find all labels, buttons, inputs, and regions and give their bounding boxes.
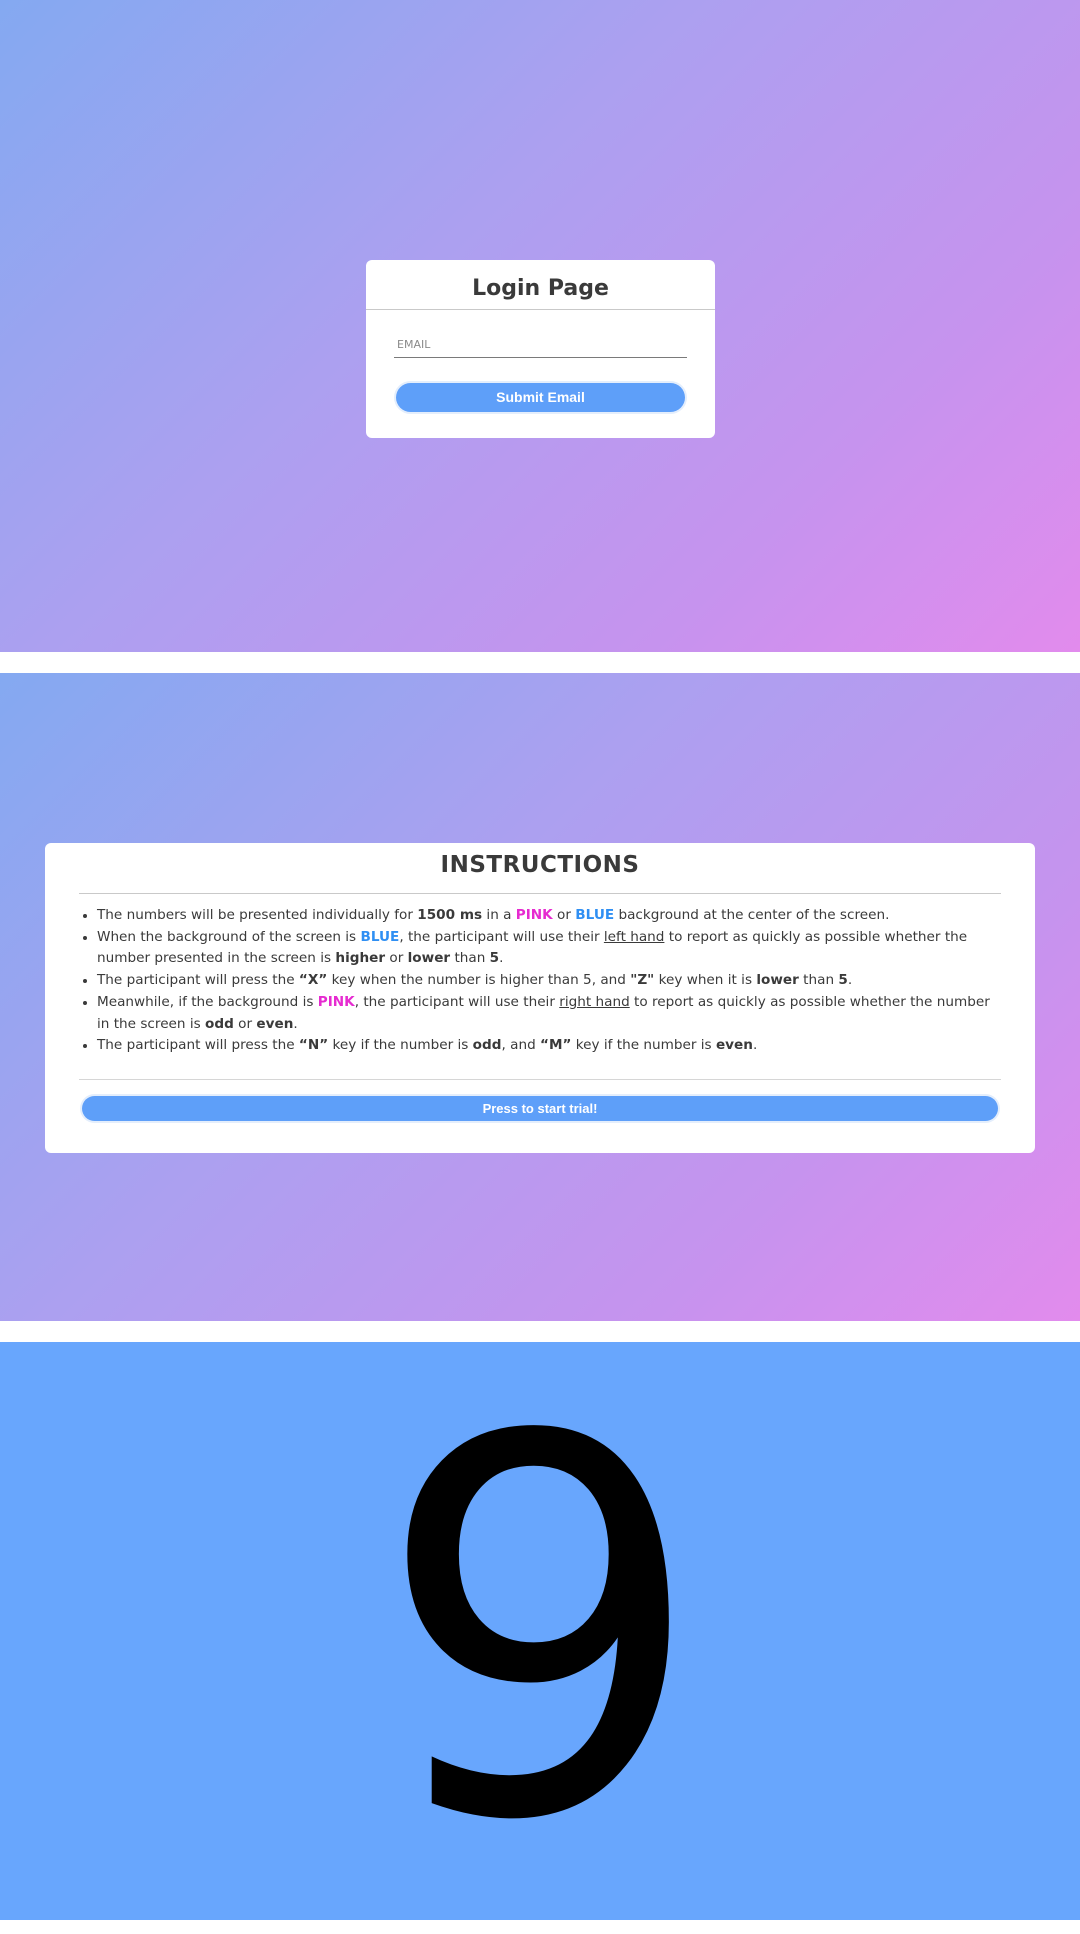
login-title: Login Page — [472, 276, 609, 301]
instructions-list: The numbers will be presented individual… — [79, 905, 1001, 1057]
instruction-item: Meanwhile, if the background is PINK, th… — [97, 992, 1001, 1035]
instruction-text: . — [752, 1037, 758, 1054]
instruction-text: , and — [501, 1037, 541, 1054]
stimulus-screen: 9 — [0, 1342, 1080, 1920]
instruction-text: even — [715, 1037, 753, 1054]
instruction-text: The participant will press the — [97, 1037, 299, 1054]
instruction-text: left hand — [603, 928, 665, 945]
login-card: Login Page Submit Email — [366, 260, 715, 438]
instruction-text: right hand — [559, 993, 630, 1010]
instruction-text: higher — [335, 950, 386, 967]
instructions-divider-top — [79, 893, 1001, 894]
instruction-text: or — [552, 907, 576, 923]
instruction-text: background at the center of the screen. — [614, 907, 890, 923]
instruction-text: The numbers will be presented individual… — [97, 907, 418, 923]
instruction-text: or — [385, 950, 408, 967]
instructions-title: INSTRUCTIONS — [440, 852, 640, 878]
instructions-card: INSTRUCTIONS The numbers will be present… — [45, 843, 1035, 1153]
instruction-text: lower — [407, 950, 451, 967]
instruction-text: . — [293, 1015, 298, 1032]
email-input[interactable] — [394, 332, 687, 358]
instruction-text: PINK — [515, 907, 553, 923]
instruction-text: , the participant will use their — [354, 993, 560, 1010]
instruction-text: odd — [472, 1037, 502, 1054]
instruction-text: 5 — [838, 972, 848, 989]
instruction-item: The participant will press the “N” key i… — [97, 1035, 1001, 1057]
instruction-text: odd — [205, 1015, 234, 1032]
instruction-text: PINK — [317, 993, 355, 1010]
start-trial-button[interactable]: Press to start trial! — [82, 1096, 998, 1121]
instructions-screen: INSTRUCTIONS The numbers will be present… — [0, 673, 1080, 1321]
instruction-text: even — [256, 1015, 294, 1032]
instruction-text: “X” — [298, 972, 328, 989]
instruction-item: The numbers will be presented individual… — [97, 905, 1001, 927]
instruction-text: The participant will press the — [97, 972, 299, 989]
instruction-text: lower — [756, 972, 799, 989]
instruction-text: 1500 ms — [417, 907, 483, 923]
instruction-text: than — [798, 972, 839, 989]
login-screen: Login Page Submit Email — [0, 0, 1080, 652]
instruction-text: . — [499, 950, 504, 967]
instruction-item: When the background of the screen is BLU… — [97, 927, 1001, 970]
instruction-text: . — [847, 972, 853, 989]
instruction-text: BLUE — [575, 907, 615, 923]
instruction-text: 5 — [489, 950, 500, 967]
instruction-text: or — [233, 1015, 257, 1032]
stimulus-number: 9 — [374, 1328, 706, 1934]
instruction-text: Meanwhile, if the background is — [97, 993, 318, 1010]
instruction-text: "Z" — [630, 972, 655, 989]
instruction-text: key if the number is — [571, 1037, 716, 1054]
instruction-text: in a — [482, 907, 516, 923]
instruction-text: , the participant will use their — [399, 928, 604, 945]
instructions-divider-bottom — [79, 1079, 1001, 1080]
instruction-text: than — [450, 950, 490, 967]
login-divider — [366, 309, 715, 310]
instruction-item: The participant will press the “X” key w… — [97, 970, 1001, 992]
instruction-text: key when it is — [654, 972, 757, 989]
instruction-text: key when the number is higher than 5, an… — [327, 972, 631, 989]
instruction-text: “M” — [540, 1037, 572, 1054]
instruction-text: “N” — [298, 1037, 329, 1054]
instruction-text: When the background of the screen is — [97, 928, 361, 945]
submit-email-button[interactable]: Submit Email — [396, 383, 685, 412]
instruction-text: key if the number is — [328, 1037, 473, 1054]
instruction-text: BLUE — [360, 928, 400, 945]
